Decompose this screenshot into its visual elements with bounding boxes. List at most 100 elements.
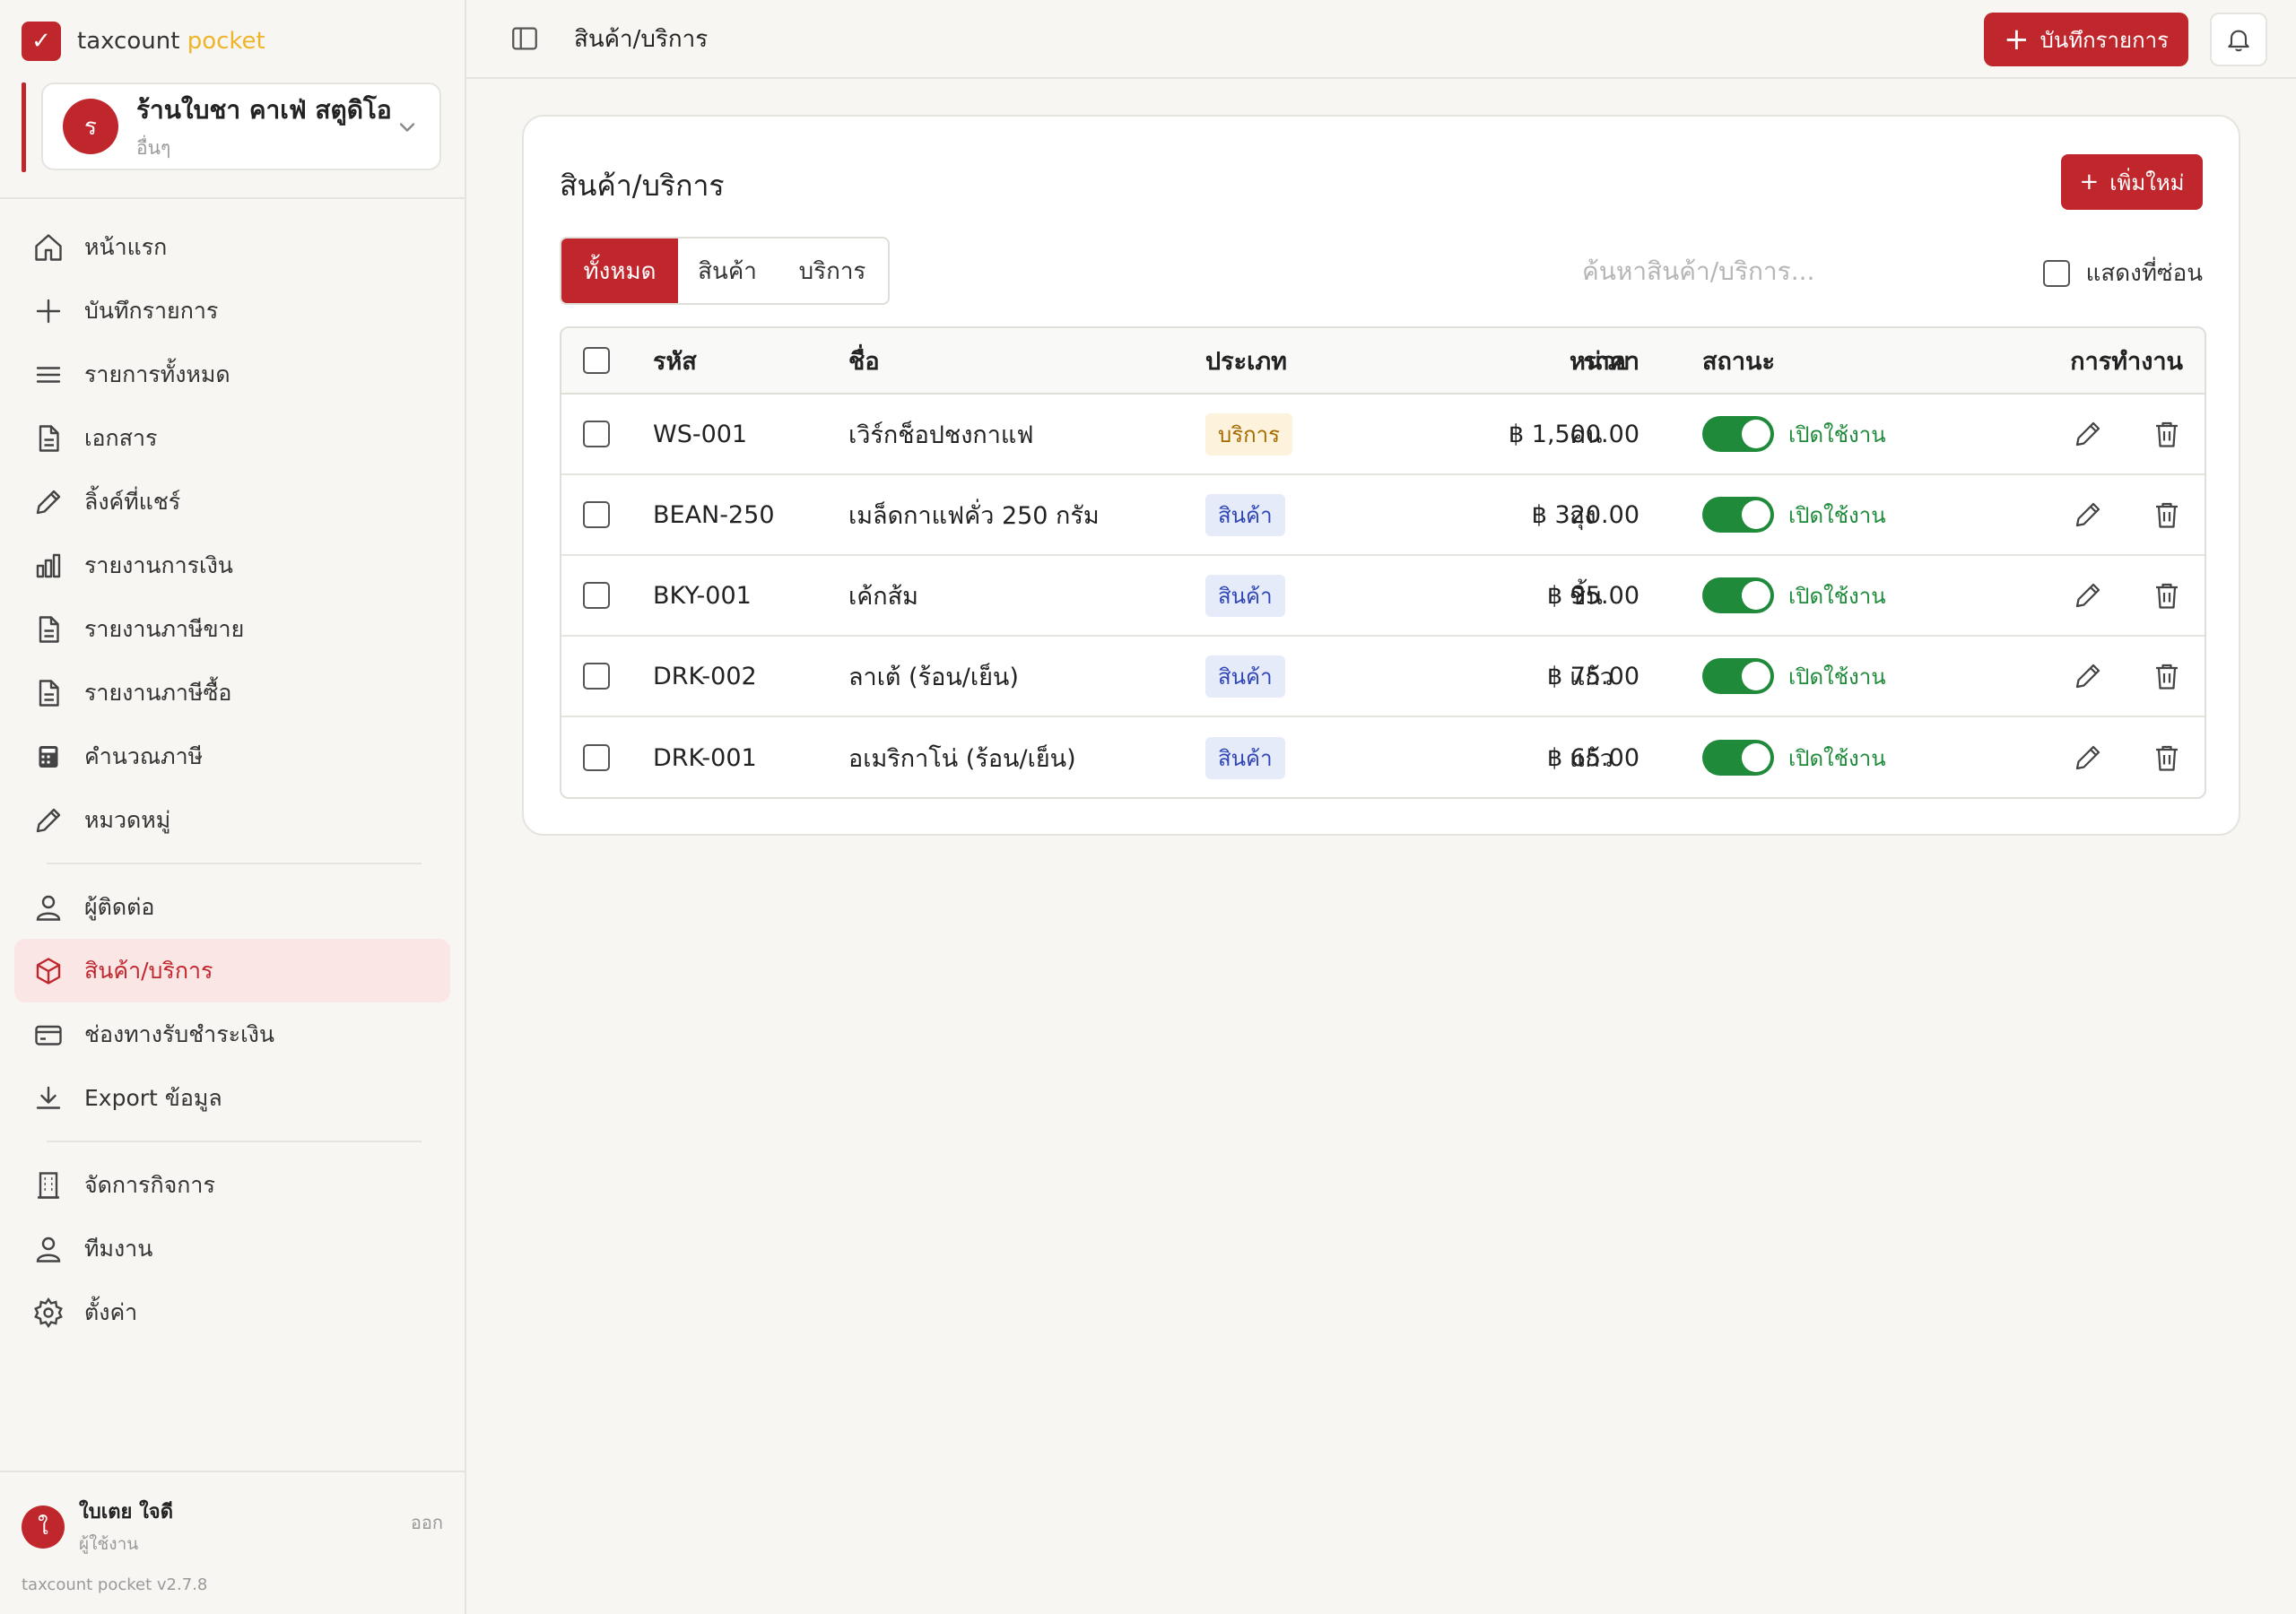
header-name[interactable]: ชื่อ [848, 328, 880, 393]
bar-chart-icon [36, 553, 61, 577]
sidebar-nav: หน้าแรก บันทึกรายการ รายการทั้งหมด เอกสา… [0, 199, 465, 1344]
plus-icon: + [2079, 169, 2100, 195]
sidebar-item-contacts[interactable]: ผู้ติดต่อ [14, 875, 450, 939]
home-icon [35, 233, 62, 261]
sidebar-item-label: คำนวณภาษี [84, 742, 204, 769]
sidebar-item-shared-links[interactable]: ลิ้งค์ที่แชร์ [14, 470, 450, 534]
row-code: BEAN-250 [653, 500, 775, 529]
trash-icon[interactable] [2151, 742, 2183, 774]
logout-link[interactable]: ออก [411, 1508, 443, 1537]
record-transaction-button[interactable]: + บันทึกรายการ [1984, 13, 2188, 66]
header-code[interactable]: รหัส [653, 328, 697, 393]
table-row[interactable]: BKY-001 เค้กส้ม สินค้า ฿ 95.00 ชิ้น เปิด… [561, 556, 2205, 637]
plus-icon [36, 299, 61, 323]
trash-icon[interactable] [2151, 579, 2183, 612]
row-unit: แก้ว [1570, 744, 1613, 773]
status-toggle[interactable] [1702, 577, 1774, 613]
sidebar-item-products-services[interactable]: สินค้า/บริการ [14, 939, 450, 1002]
table-row[interactable]: WS-001 เวิร์กช็อปชงกาแฟ บริการ ฿ 1,500.0… [561, 395, 2205, 475]
gear-icon [34, 1297, 63, 1328]
row-actions [2025, 475, 2183, 554]
header-type[interactable]: ประเภท [1205, 328, 1287, 393]
plus-icon: + [2004, 22, 2030, 57]
status-toggle[interactable] [1702, 740, 1774, 776]
header-unit[interactable]: หน่วย [1570, 328, 1630, 393]
select-all-checkbox[interactable] [583, 347, 610, 374]
sidebar-item-financial-report[interactable]: รายงานการเงิน [14, 534, 450, 597]
row-code: WS-001 [653, 420, 748, 448]
sidebar-item-payment-channels[interactable]: ช่องทางรับชำระเงิน [14, 1002, 450, 1066]
sidebar-item-settings[interactable]: ตั้งค่า [14, 1280, 450, 1344]
row-checkbox[interactable] [583, 421, 610, 447]
table-row[interactable]: DRK-002 ลาเต้ (ร้อน/เย็น) สินค้า ฿ 75.00… [561, 637, 2205, 717]
type-badge: บริการ [1205, 412, 1293, 456]
edit-icon[interactable] [2072, 579, 2104, 612]
sidebar-footer: ใ ใบเตย ใจดี ผู้ใช้งาน ออก taxcount pock… [0, 1471, 465, 1614]
sidebar-item-label: บันทึกรายการ [84, 297, 219, 324]
row-name: เมล็ดกาแฟคั่ว 250 กรัม [848, 501, 1100, 530]
tab-all[interactable]: ทั้งหมด [561, 239, 678, 303]
document-icon [39, 615, 59, 643]
add-new-button[interactable]: + เพิ่มใหม่ [2061, 154, 2203, 210]
row-select-cell [583, 637, 610, 716]
trash-icon[interactable] [2151, 418, 2183, 450]
pencil-icon [36, 490, 61, 514]
sidebar-item-manage-business[interactable]: จัดการกิจการ [14, 1153, 450, 1217]
avatar[interactable]: ใ [22, 1505, 65, 1549]
status-label: เปิดใช้งาน [1788, 421, 1886, 447]
notifications-button[interactable] [2210, 13, 2267, 66]
sidebar-item-record[interactable]: บันทึกรายการ [14, 279, 450, 343]
sidebar-item-all-transactions[interactable]: รายการทั้งหมด [14, 343, 450, 406]
brand[interactable]: ✓ taxcount pocket [0, 0, 465, 82]
products-table: รหัส ชื่อ ประเภท ราคา หน่วย สถานะ การทำง… [560, 326, 2206, 799]
tab-services[interactable]: บริการ [777, 239, 888, 303]
show-hidden-checkbox[interactable] [2042, 259, 2070, 287]
row-unit: แก้ว [1570, 663, 1613, 691]
user-name: ใบเตย ใจดี [79, 1501, 173, 1523]
row-type-cell: สินค้า [1205, 475, 1285, 554]
card-title: สินค้า/บริการ [560, 169, 725, 203]
business-switcher[interactable]: ร ร้านใบชา คาเฟ่ สตูดิโอ อื่นๆ [41, 82, 441, 170]
status-toggle[interactable] [1702, 658, 1774, 694]
row-status-cell: เปิดใช้งาน [1702, 637, 1886, 716]
header-status[interactable]: สถานะ [1702, 328, 1775, 393]
document-icon [39, 424, 59, 452]
sidebar-item-categories[interactable]: หมวดหมู่ [14, 788, 450, 852]
tab-products[interactable]: สินค้า [678, 239, 777, 303]
table-row[interactable]: BEAN-250 เมล็ดกาแฟคั่ว 250 กรัม สินค้า ฿… [561, 475, 2205, 556]
row-checkbox[interactable] [583, 663, 610, 690]
sidebar-item-label: รายงานการเงิน [84, 551, 233, 578]
row-checkbox[interactable] [583, 501, 610, 528]
sidebar-item-documents[interactable]: เอกสาร [14, 406, 450, 470]
type-badge: สินค้า [1205, 574, 1285, 617]
edit-icon[interactable] [2072, 418, 2104, 450]
record-transaction-label: บันทึกรายการ [2039, 27, 2169, 53]
sidebar-item-sales-tax-report[interactable]: รายงานภาษีขาย [14, 597, 450, 661]
nav-section-divider [47, 863, 422, 864]
business-avatar: ร [63, 99, 118, 154]
trash-icon[interactable] [2151, 660, 2183, 692]
sidebar-toggle-icon[interactable] [509, 23, 540, 54]
sidebar-item-home[interactable]: หน้าแรก [14, 215, 450, 279]
status-toggle[interactable] [1702, 497, 1774, 533]
sidebar-item-team[interactable]: ทีมงาน [14, 1217, 450, 1280]
sidebar-item-purchase-tax-report[interactable]: รายงานภาษีซื้อ [14, 661, 450, 725]
status-toggle[interactable] [1702, 416, 1774, 452]
sidebar-item-label: หมวดหมู่ [84, 806, 171, 833]
sidebar-item-label: ลิ้งค์ที่แชร์ [84, 488, 181, 515]
sidebar-item-tax-calculator[interactable]: คำนวณภาษี [14, 725, 450, 788]
edit-icon[interactable] [2072, 742, 2104, 774]
show-hidden-toggle[interactable]: แสดงที่ซ่อน [2042, 255, 2203, 291]
edit-icon[interactable] [2072, 499, 2104, 531]
trash-icon[interactable] [2151, 499, 2183, 531]
search-input[interactable] [1582, 247, 1923, 294]
row-checkbox[interactable] [583, 744, 610, 771]
table-row[interactable]: DRK-001 อเมริกาโน่ (ร้อน/เย็น) สินค้า ฿ … [561, 717, 2205, 797]
business-type: อื่นๆ [136, 136, 171, 159]
edit-icon[interactable] [2072, 660, 2104, 692]
business-name: ร้านใบชา คาเฟ่ สตูดิโอ [136, 94, 392, 125]
sidebar-item-export[interactable]: Export ข้อมูล [14, 1066, 450, 1130]
row-checkbox[interactable] [583, 582, 610, 609]
row-type-cell: สินค้า [1205, 556, 1285, 635]
row-status-cell: เปิดใช้งาน [1702, 556, 1886, 635]
